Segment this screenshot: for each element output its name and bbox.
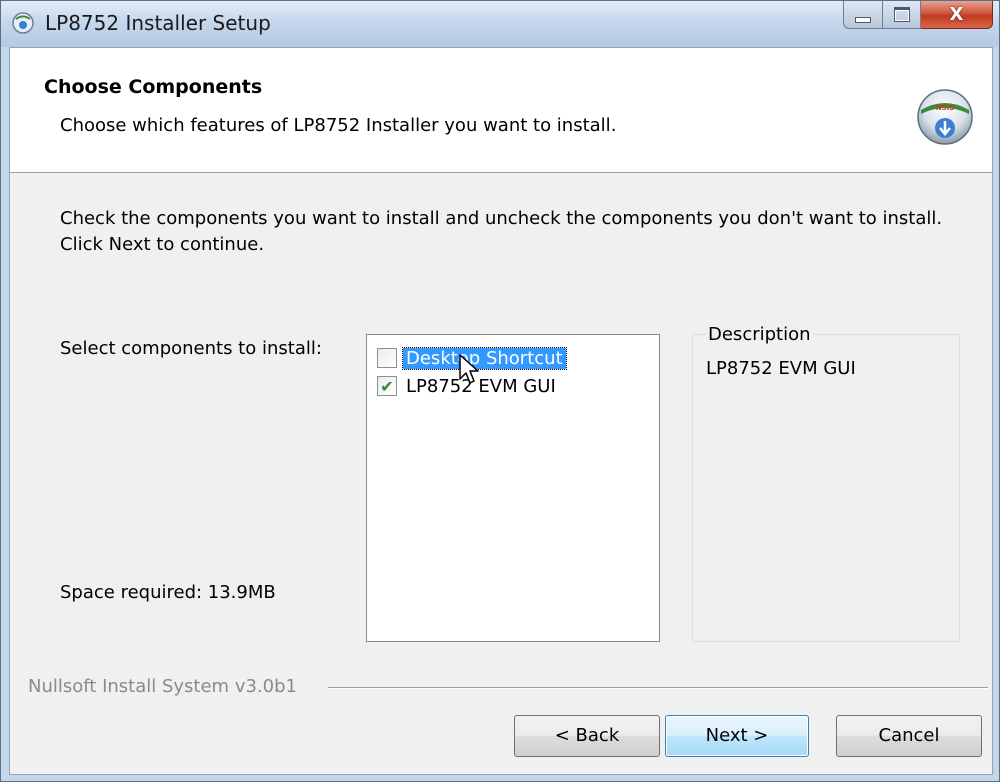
dialog-client-area: Choose Components Choose which features … xyxy=(9,47,993,775)
desktop-shortcut-checkbox[interactable] xyxy=(377,348,397,368)
mouse-pointer-icon xyxy=(459,354,479,384)
checkmark-icon: ✔ xyxy=(380,376,394,396)
minimize-button[interactable] xyxy=(843,1,883,29)
back-button[interactable]: < Back xyxy=(514,715,660,757)
description-group xyxy=(692,334,960,642)
branding-divider xyxy=(328,687,988,689)
close-button[interactable]: X xyxy=(921,1,993,29)
page-subtitle: Choose which features of LP8752 Installe… xyxy=(60,115,617,136)
svg-text:NSIS: NSIS xyxy=(936,104,955,112)
close-icon: X xyxy=(949,4,964,25)
select-components-label: Select components to install: xyxy=(60,338,322,359)
window-controls: X xyxy=(843,1,993,31)
description-text: LP8752 EVM GUI xyxy=(706,358,856,379)
installer-app-icon xyxy=(12,12,34,34)
branding-text: Nullsoft Install System v3.0b1 xyxy=(28,676,305,697)
component-tree[interactable]: Desktop Shortcut ✔ LP8752 EVM GUI xyxy=(366,334,660,642)
cancel-button[interactable]: Cancel xyxy=(836,715,982,757)
installer-window: LP8752 Installer Setup X Choose Componen… xyxy=(0,0,1000,782)
installer-globe-icon: NSIS xyxy=(917,89,973,145)
space-required-label: Space required: 13.9MB xyxy=(60,582,276,603)
page-header: Choose Components Choose which features … xyxy=(10,48,992,173)
maximize-icon xyxy=(893,7,910,22)
evm-gui-checkbox[interactable]: ✔ xyxy=(377,376,397,396)
description-legend: Description xyxy=(706,324,813,345)
maximize-button[interactable] xyxy=(883,1,921,29)
instructions-text: Check the components you want to install… xyxy=(60,208,943,255)
minimize-icon xyxy=(855,16,871,23)
component-label: Desktop Shortcut xyxy=(402,346,567,370)
next-button[interactable]: Next > xyxy=(665,715,809,757)
title-bar[interactable]: LP8752 Installer Setup X xyxy=(1,1,999,47)
window-title: LP8752 Installer Setup xyxy=(45,11,271,35)
page-title: Choose Components xyxy=(44,76,263,98)
